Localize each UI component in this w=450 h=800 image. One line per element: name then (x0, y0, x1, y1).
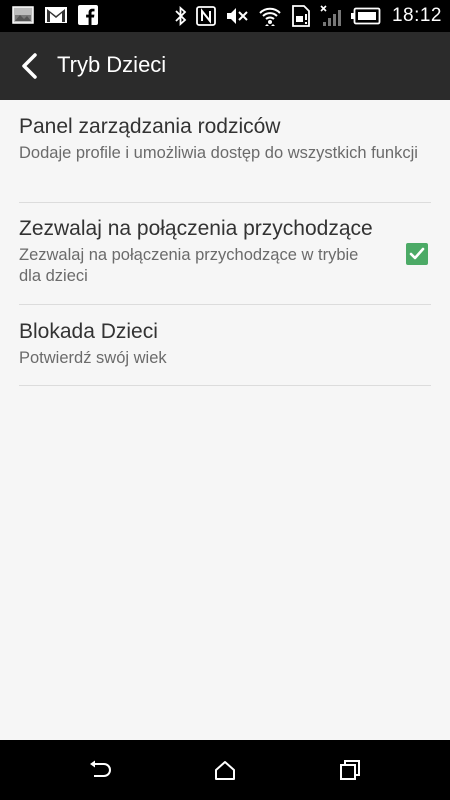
preferences-list: Panel zarządzania rodziców Dodaje profil… (0, 100, 450, 386)
pref-title: Panel zarządzania rodziców (19, 115, 281, 138)
home-icon (215, 761, 235, 780)
nfc-icon (196, 6, 216, 26)
wifi-icon (258, 5, 282, 27)
sim-icon (291, 5, 311, 27)
nav-back-button[interactable] (87, 758, 113, 782)
gmail-icon (44, 6, 68, 24)
page-title: Tryb Dzieci (57, 52, 167, 77)
pref-title: Zezwalaj na połączenia przychodzące (19, 217, 373, 240)
facebook-icon (78, 5, 98, 25)
incoming-calls-checkbox[interactable] (406, 243, 428, 265)
chevron-left-icon (22, 53, 37, 79)
pref-child-lock[interactable]: Blokada Dzieci Potwierdź swój wiek (19, 305, 431, 386)
pref-summary: Potwierdź swój wiek (19, 349, 167, 367)
pref-summary: Dodaje profile i umożliwia dostęp do wsz… (19, 144, 418, 162)
nav-home-button[interactable] (212, 758, 238, 782)
status-bar-system: 18:12 (175, 4, 442, 28)
status-bar: 18:12 (0, 0, 450, 32)
nav-recents-button[interactable] (337, 758, 363, 782)
bluetooth-icon (175, 6, 187, 26)
back-button[interactable] (14, 50, 44, 82)
status-bar-notifications (12, 5, 98, 25)
signal-icon (320, 5, 342, 27)
battery-icon (350, 7, 381, 25)
pref-title: Blokada Dzieci (19, 320, 158, 343)
status-time: 18:12 (391, 5, 442, 26)
checkmark-icon (409, 247, 425, 260)
image-icon (12, 6, 34, 24)
pref-allow-incoming-calls[interactable]: Zezwalaj na połączenia przychodzące Zezw… (19, 203, 431, 305)
back-nav-icon (90, 760, 111, 777)
pref-parent-panel[interactable]: Panel zarządzania rodziców Dodaje profil… (19, 100, 431, 203)
mute-icon (225, 6, 249, 26)
recents-icon (340, 760, 360, 780)
pref-summary: Zezwalaj na połączenia przychodzące w tr… (19, 246, 359, 285)
navigation-bar (0, 740, 450, 800)
action-bar: Tryb Dzieci (0, 32, 450, 100)
